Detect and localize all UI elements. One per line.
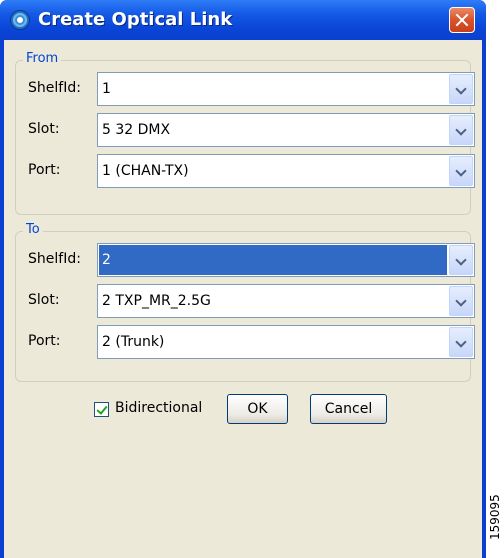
chevron-down-icon[interactable] xyxy=(449,286,473,316)
bidirectional-label[interactable]: Bidirectional xyxy=(115,400,202,416)
chevron-down-icon[interactable] xyxy=(449,327,473,357)
to-port-value: 2 (Trunk) xyxy=(102,334,165,350)
chevron-down-icon[interactable] xyxy=(449,156,473,186)
from-group: From ShelfId: 1 Slot: 5 32 DMX Port: 1 (… xyxy=(15,51,475,215)
from-port-label: Port: xyxy=(28,162,61,178)
to-shelf-value: 2 xyxy=(99,245,447,275)
from-slot-label: Slot: xyxy=(28,121,60,137)
from-legend: From xyxy=(23,51,62,66)
ok-button[interactable]: OK xyxy=(227,394,288,424)
chevron-down-icon[interactable] xyxy=(449,115,473,145)
from-shelf-label: ShelfId: xyxy=(28,80,81,96)
to-shelf-label: ShelfId: xyxy=(28,251,81,267)
title-bar[interactable]: Create Optical Link xyxy=(0,0,486,40)
app-icon xyxy=(10,10,30,30)
from-slot-select[interactable]: 5 32 DMX xyxy=(97,113,475,147)
to-port-select[interactable]: 2 (Trunk) xyxy=(97,325,475,359)
from-shelf-select[interactable]: 1 xyxy=(97,72,475,106)
bidirectional-checkbox[interactable] xyxy=(94,402,109,417)
to-slot-label: Slot: xyxy=(28,292,60,308)
figure-id: 159095 xyxy=(488,494,502,540)
window-title: Create Optical Link xyxy=(38,9,233,30)
from-slot-value: 5 32 DMX xyxy=(102,122,171,138)
to-group: To ShelfId: 2 Slot: 2 TXP_MR_2.5G Port: … xyxy=(15,222,475,382)
to-shelf-select[interactable]: 2 xyxy=(97,243,475,277)
from-shelf-value: 1 xyxy=(102,81,111,97)
cancel-button[interactable]: Cancel xyxy=(310,394,387,424)
from-port-value: 1 (CHAN-TX) xyxy=(102,163,189,179)
dialog-body: From ShelfId: 1 Slot: 5 32 DMX Port: 1 (… xyxy=(4,40,482,558)
chevron-down-icon[interactable] xyxy=(449,74,473,104)
close-icon[interactable] xyxy=(449,7,475,33)
dialog-window: Create Optical Link From ShelfId: 1 Slot… xyxy=(0,0,486,558)
to-slot-select[interactable]: 2 TXP_MR_2.5G xyxy=(97,284,475,318)
to-legend: To xyxy=(23,222,43,237)
from-port-select[interactable]: 1 (CHAN-TX) xyxy=(97,154,475,188)
to-port-label: Port: xyxy=(28,333,61,349)
to-slot-value: 2 TXP_MR_2.5G xyxy=(102,293,211,309)
chevron-down-icon[interactable] xyxy=(449,245,473,275)
